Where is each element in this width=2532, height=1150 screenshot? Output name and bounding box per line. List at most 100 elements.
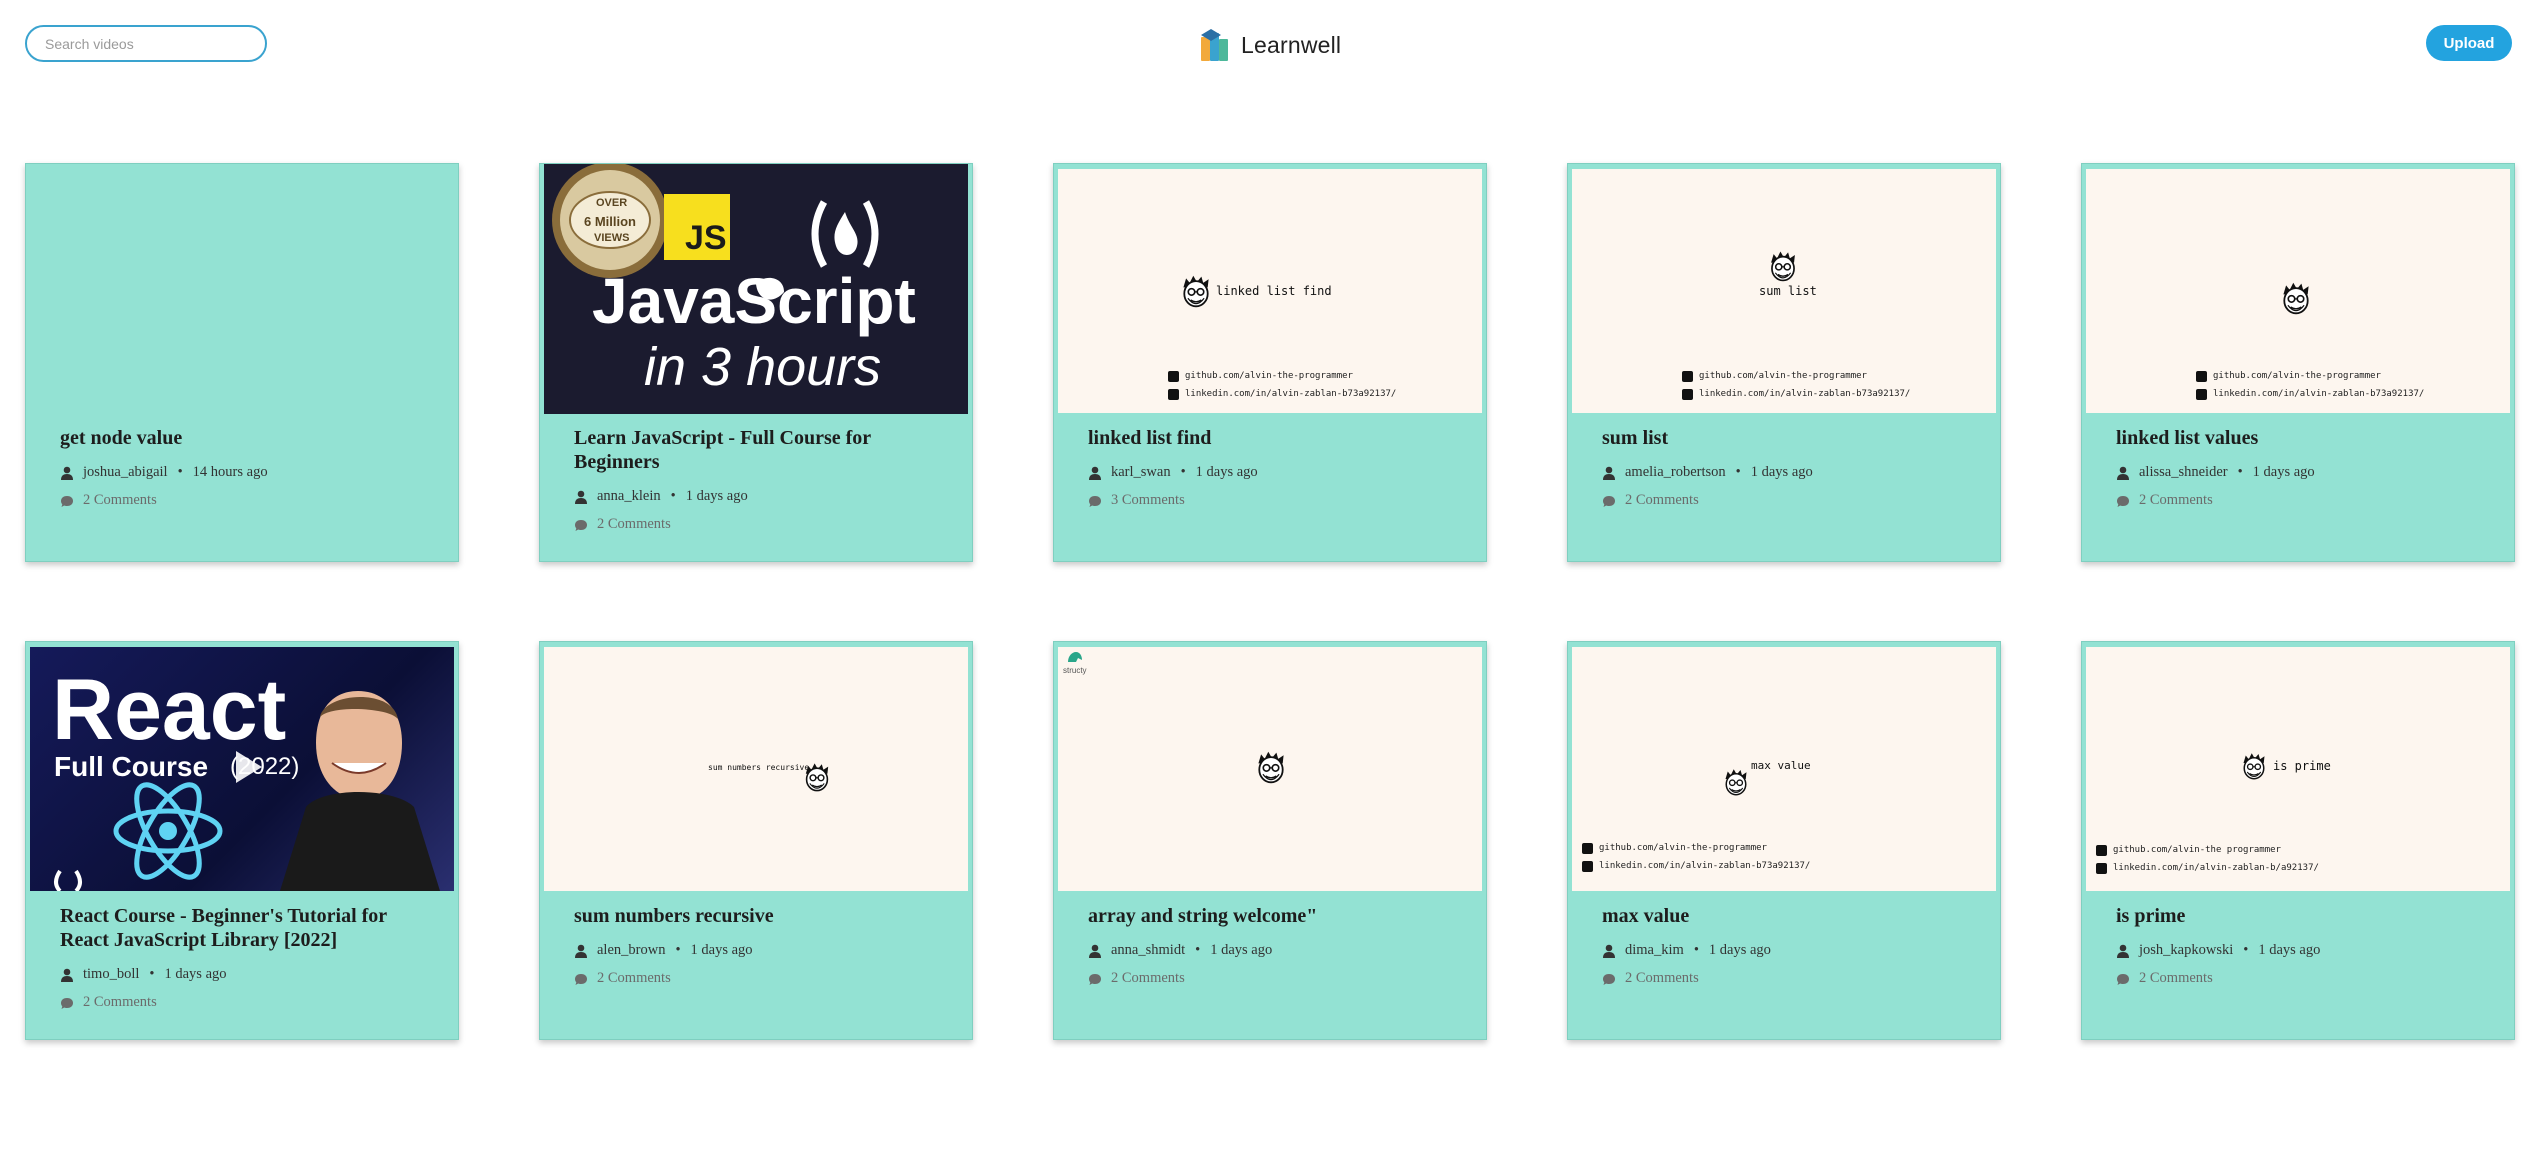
comments-link[interactable]: 2 Comments bbox=[2116, 492, 2494, 509]
linkedin-icon bbox=[1682, 388, 1693, 400]
avatar-face-icon bbox=[1178, 273, 1214, 309]
video-info: array and string welcome" anna_shmidt • … bbox=[1088, 904, 1466, 987]
comments-link[interactable]: 2 Comments bbox=[574, 516, 952, 533]
user-icon bbox=[2116, 466, 2130, 480]
user-icon bbox=[1088, 466, 1102, 480]
comment-icon bbox=[1602, 494, 1616, 508]
author-name[interactable]: timo_boll bbox=[83, 966, 139, 983]
video-meta: karl_swan • 1 days ago bbox=[1088, 464, 1466, 481]
author-name[interactable]: karl_swan bbox=[1111, 464, 1171, 481]
video-card[interactable]: github.com/alvin-the-programmer linkedin… bbox=[2081, 163, 2515, 562]
video-thumbnail[interactable]: structy bbox=[1058, 647, 1482, 891]
video-thumbnail[interactable]: github.com/alvin-the-programmer linkedin… bbox=[2086, 169, 2510, 413]
author-name[interactable]: amelia_robertson bbox=[1625, 464, 1726, 481]
video-title[interactable]: max value bbox=[1602, 904, 1980, 928]
video-title[interactable]: array and string welcome" bbox=[1088, 904, 1466, 928]
linkedin-icon bbox=[1582, 860, 1593, 872]
comments-link[interactable]: 2 Comments bbox=[60, 994, 438, 1011]
separator-dot: • bbox=[149, 966, 155, 982]
video-card[interactable]: max value github.com/alvin-the-programme… bbox=[1567, 641, 2001, 1040]
badge-views: VIEWS bbox=[594, 232, 630, 244]
author-name[interactable]: joshua_abigail bbox=[83, 464, 168, 481]
video-title[interactable]: Learn JavaScript - Full Course for Begin… bbox=[574, 426, 952, 474]
video-title[interactable]: sum list bbox=[1602, 426, 1980, 450]
video-thumbnail[interactable] bbox=[30, 169, 454, 413]
brand-logo[interactable]: Learnwell bbox=[1199, 25, 1341, 65]
search-input[interactable] bbox=[25, 25, 267, 62]
upload-button[interactable]: Upload bbox=[2426, 25, 2512, 61]
comment-icon bbox=[60, 996, 74, 1010]
video-thumbnail[interactable]: sum list github.com/alvin-the-programmer… bbox=[1572, 169, 1996, 413]
comments-link[interactable]: 2 Comments bbox=[1602, 492, 1980, 509]
brand-name: Learnwell bbox=[1241, 31, 1342, 58]
video-meta: anna_shmidt • 1 days ago bbox=[1088, 942, 1466, 959]
author-name[interactable]: alen_brown bbox=[597, 942, 665, 959]
user-icon bbox=[1602, 944, 1616, 958]
contact-links: github.com/alvin-the-programmer linkedin… bbox=[1168, 367, 1396, 403]
author-name[interactable]: josh_kapkowski bbox=[2139, 942, 2233, 959]
linkedin-link: linkedin.com/in/alvin-zablan-b/a92137/ bbox=[2113, 863, 2319, 873]
video-meta: josh_kapkowski • 1 days ago bbox=[2116, 942, 2494, 959]
user-icon bbox=[1088, 944, 1102, 958]
video-title[interactable]: get node value bbox=[60, 426, 438, 450]
video-info: Learn JavaScript - Full Course for Begin… bbox=[574, 426, 952, 533]
comments-count: 3 Comments bbox=[1111, 492, 1185, 508]
video-info: linked list values alissa_shneider • 1 d… bbox=[2116, 426, 2494, 509]
badge-million: 6 Million bbox=[584, 214, 636, 229]
video-thumbnail[interactable]: is prime github.com/alvin-the programmer… bbox=[2086, 647, 2510, 891]
video-title[interactable]: linked list find bbox=[1088, 426, 1466, 450]
video-card[interactable]: React Full Course (2022) React Course - … bbox=[25, 641, 459, 1040]
author-name[interactable]: anna_shmidt bbox=[1111, 942, 1185, 959]
video-thumbnail[interactable]: sum numbers recursive bbox=[544, 647, 968, 891]
linkedin-link: linkedin.com/in/alvin-zablan-b73a92137/ bbox=[1699, 389, 1911, 399]
author-name[interactable]: anna_klein bbox=[597, 488, 661, 505]
video-card[interactable]: sum list github.com/alvin-the-programmer… bbox=[1567, 163, 2001, 562]
author-name[interactable]: alissa_shneider bbox=[2139, 464, 2228, 481]
video-title[interactable]: linked list values bbox=[2116, 426, 2494, 450]
github-icon bbox=[2196, 370, 2207, 382]
comments-link[interactable]: 2 Comments bbox=[1088, 970, 1466, 987]
video-card[interactable]: sum numbers recursive sum numbers recurs… bbox=[539, 641, 973, 1040]
video-thumbnail[interactable]: React Full Course (2022) bbox=[30, 647, 454, 891]
video-info: get node value joshua_abigail • 14 hours… bbox=[60, 426, 438, 509]
linkedin-icon bbox=[1168, 388, 1179, 400]
author-name[interactable]: dima_kim bbox=[1625, 942, 1684, 959]
video-card[interactable]: structy array and string welcome" anna_s… bbox=[1053, 641, 1487, 1040]
video-thumbnail[interactable]: linked list find github.com/alvin-the-pr… bbox=[1058, 169, 1482, 413]
comments-link[interactable]: 2 Comments bbox=[1602, 970, 1980, 987]
books-logo-icon bbox=[1201, 29, 1228, 61]
video-thumbnail[interactable]: max value github.com/alvin-the-programme… bbox=[1572, 647, 1996, 891]
comments-link[interactable]: 3 Comments bbox=[1088, 492, 1466, 509]
video-card[interactable]: OVER 6 Million VIEWS JS JavaScript in 3 … bbox=[539, 163, 973, 562]
comment-icon bbox=[60, 494, 74, 508]
thumbnail-subheadline: Full Course bbox=[54, 751, 209, 782]
upload-time: 1 days ago bbox=[1750, 464, 1813, 480]
video-card[interactable]: get node value joshua_abigail • 14 hours… bbox=[25, 163, 459, 562]
video-meta: alen_brown • 1 days ago bbox=[574, 942, 952, 959]
comments-link[interactable]: 2 Comments bbox=[2116, 970, 2494, 987]
separator-dot: • bbox=[2243, 942, 2249, 958]
linkedin-link: linkedin.com/in/alvin-zablan-b73a92137/ bbox=[1185, 389, 1397, 399]
video-title[interactable]: is prime bbox=[2116, 904, 2494, 928]
upload-time: 1 days ago bbox=[1708, 942, 1771, 958]
comments-link[interactable]: 2 Comments bbox=[60, 492, 438, 509]
video-title[interactable]: sum numbers recursive bbox=[574, 904, 952, 928]
comment-icon bbox=[1088, 972, 1102, 986]
video-card[interactable]: is prime github.com/alvin-the programmer… bbox=[2081, 641, 2515, 1040]
video-meta: alissa_shneider • 1 days ago bbox=[2116, 464, 2494, 481]
comments-link[interactable]: 2 Comments bbox=[574, 970, 952, 987]
github-icon bbox=[1168, 370, 1179, 382]
video-title[interactable]: React Course - Beginner's Tutorial for R… bbox=[60, 904, 438, 952]
github-link: github.com/alvin-the-programmer bbox=[1599, 843, 1767, 853]
thumbnail-label: linked list find bbox=[1216, 284, 1332, 298]
thumbnail-label: is prime bbox=[2273, 759, 2331, 773]
comment-icon bbox=[574, 972, 588, 986]
thumbnail-label: sum numbers recursive bbox=[708, 763, 810, 772]
video-card[interactable]: linked list find github.com/alvin-the-pr… bbox=[1053, 163, 1487, 562]
user-icon bbox=[60, 968, 74, 982]
video-thumbnail[interactable]: OVER 6 Million VIEWS JS JavaScript in 3 … bbox=[544, 164, 968, 414]
comment-icon bbox=[2116, 494, 2130, 508]
separator-dot: • bbox=[1195, 942, 1201, 958]
avatar-face-icon bbox=[2278, 280, 2314, 316]
video-info: sum numbers recursive alen_brown • 1 day… bbox=[574, 904, 952, 987]
